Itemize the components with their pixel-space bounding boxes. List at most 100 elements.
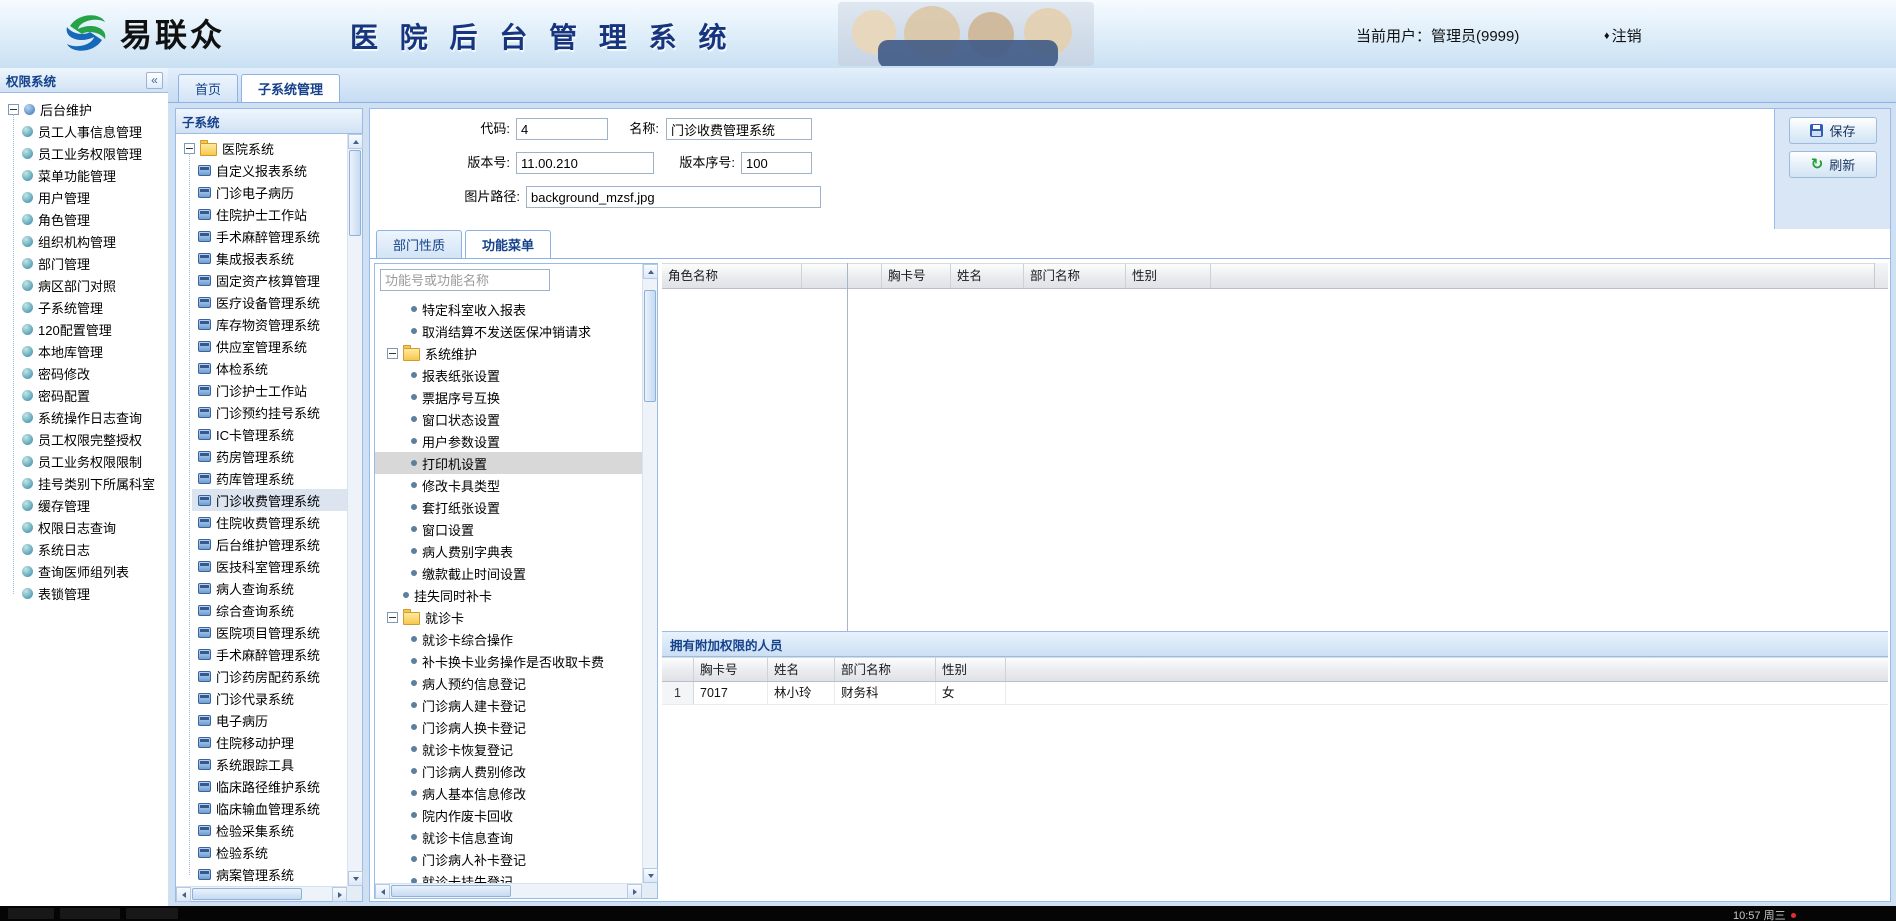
column-header[interactable]: 性别 [936,658,1006,681]
tab-home[interactable]: 首页 [178,74,239,102]
subsystem-item[interactable]: 供应室管理系统 [192,335,347,357]
scroll-left-button[interactable] [176,887,191,902]
tab-function-menu[interactable]: 功能菜单 [465,230,552,258]
function-tree-item[interactable]: 病人预约信息登记 [375,672,642,694]
vertical-scrollbar[interactable] [642,264,658,883]
subsystem-item[interactable]: 手术麻醉管理系统 [192,643,347,665]
subsystem-item[interactable]: 综合查询系统 [192,599,347,621]
sidebar-item[interactable]: 120配置管理 [16,318,168,340]
subsystem-item[interactable]: 住院移动护理 [192,731,347,753]
taskbar-item[interactable] [8,908,54,919]
subsystem-item[interactable]: 自定义报表系统 [192,159,347,181]
collapse-expander-icon[interactable] [184,142,195,154]
scroll-left-button[interactable] [375,884,390,899]
function-tree-item[interactable]: 门诊病人建卡登记 [375,694,642,716]
function-tree-item[interactable]: 缴款截止时间设置 [375,562,642,584]
scroll-up-button[interactable] [348,134,363,149]
sidebar-item[interactable]: 表锁管理 [16,582,168,604]
function-tree-item[interactable]: 院内作废卡回收 [375,804,642,826]
function-tree-item[interactable]: 窗口状态设置 [375,408,642,430]
subsystem-item[interactable]: 门诊电子病历 [192,181,347,203]
sidebar-item[interactable]: 用户管理 [16,186,168,208]
function-tree-item[interactable]: 打印机设置 [375,452,642,474]
sidebar-item[interactable]: 本地库管理 [16,340,168,362]
save-button[interactable]: 保存 [1789,117,1877,144]
function-tree-item[interactable]: 套打纸张设置 [375,496,642,518]
sidebar-root-node[interactable]: 后台维护 [0,98,168,120]
vertical-scrollbar[interactable] [347,134,363,886]
subsystem-item[interactable]: 临床路径维护系统 [192,775,347,797]
subsystem-item[interactable]: 门诊预约挂号系统 [192,401,347,423]
subsystem-item[interactable]: 库存物资管理系统 [192,313,347,335]
subsystem-item[interactable]: 集成报表系统 [192,247,347,269]
subsystem-item[interactable]: 门诊收费管理系统 [192,489,347,511]
function-tree-item[interactable]: 门诊病人补卡登记 [375,848,642,870]
tab-department-nature[interactable]: 部门性质 [376,230,463,258]
sidebar-item[interactable]: 查询医师组列表 [16,560,168,582]
scrollbar-thumb[interactable] [391,885,511,897]
column-header[interactable]: 姓名 [768,658,835,681]
function-tree-item[interactable]: 挂失同时补卡 [375,584,642,606]
subsystem-item[interactable]: 病人查询系统 [192,577,347,599]
sidebar-item[interactable]: 角色管理 [16,208,168,230]
function-tree-item[interactable]: 就诊卡综合操作 [375,628,642,650]
tab-subsystem-management[interactable]: 子系统管理 [241,74,341,102]
subsystem-item[interactable]: 药库管理系统 [192,467,347,489]
logout-button[interactable]: ♦ 注销 [1604,25,1642,46]
subsystem-item[interactable]: 医技科室管理系统 [192,555,347,577]
sidebar-item[interactable]: 密码修改 [16,362,168,384]
subsystem-item[interactable]: 电子病历 [192,709,347,731]
sidebar-item[interactable]: 子系统管理 [16,296,168,318]
scroll-right-button[interactable] [627,884,642,899]
function-tree-item[interactable]: 就诊卡信息查询 [375,826,642,848]
sidebar-item[interactable]: 员工人事信息管理 [16,120,168,142]
taskbar-item[interactable] [126,908,178,919]
sidebar-item[interactable]: 员工业务权限管理 [16,142,168,164]
function-tree-item[interactable]: 就诊卡恢复登记 [375,738,642,760]
scroll-up-button[interactable] [643,264,658,279]
function-tree-item[interactable]: 特定科室收入报表 [375,298,642,320]
subsystem-item[interactable]: IC卡管理系统 [192,423,347,445]
function-tree-folder[interactable]: 系统维护 [375,342,642,364]
image-path-input[interactable] [526,186,821,208]
sidebar-item[interactable]: 员工业务权限限制 [16,450,168,472]
scrollbar-thumb[interactable] [644,290,656,402]
function-tree-folder[interactable]: 就诊卡 [375,606,642,628]
subsystem-item[interactable]: 检验系统 [192,841,347,863]
horizontal-scrollbar[interactable] [176,886,347,902]
sidebar-item[interactable]: 组织机构管理 [16,230,168,252]
version-seq-input[interactable] [741,152,812,174]
horizontal-scrollbar[interactable] [375,883,642,899]
function-tree-item[interactable]: 就诊卡挂失登记 [375,870,642,883]
function-tree-item[interactable]: 修改卡具类型 [375,474,642,496]
collapse-expander-icon[interactable] [387,347,398,359]
sidebar-item[interactable]: 系统日志 [16,538,168,560]
sidebar-item[interactable]: 员工权限完整授权 [16,428,168,450]
subsystem-item[interactable]: 医院项目管理系统 [192,621,347,643]
subsystem-item[interactable]: 门诊药房配药系统 [192,665,347,687]
table-row[interactable]: 1 7017 林小玲 财务科女 [662,682,1888,705]
column-header[interactable]: 姓名 [951,264,1024,288]
collapse-sidebar-button[interactable]: « [146,71,163,89]
collapse-expander-icon[interactable] [8,103,19,115]
function-tree-item[interactable]: 窗口设置 [375,518,642,540]
column-header[interactable]: 性别 [1126,264,1211,288]
scrollbar-thumb[interactable] [192,888,302,900]
sidebar-item[interactable]: 部门管理 [16,252,168,274]
function-tree-item[interactable]: 补卡换卡业务操作是否收取卡费 [375,650,642,672]
taskbar-item[interactable] [60,908,120,919]
subsystem-item[interactable]: 药房管理系统 [192,445,347,467]
column-header-role-name[interactable]: 角色名称 [662,264,802,288]
column-header[interactable]: 胸卡号 [694,658,768,681]
sidebar-item[interactable]: 系统操作日志查询 [16,406,168,428]
column-header[interactable]: 部门名称 [835,658,936,681]
subsystem-item[interactable]: 住院收费管理系统 [192,511,347,533]
scrollbar-thumb[interactable] [349,150,361,236]
scroll-right-button[interactable] [332,887,347,902]
refresh-button[interactable]: ↻ 刷新 [1789,151,1877,178]
function-tree-item[interactable]: 病人基本信息修改 [375,782,642,804]
function-tree-item[interactable]: 门诊病人费别修改 [375,760,642,782]
scroll-down-button[interactable] [643,868,658,883]
name-input[interactable] [666,118,812,140]
sidebar-item[interactable]: 权限日志查询 [16,516,168,538]
